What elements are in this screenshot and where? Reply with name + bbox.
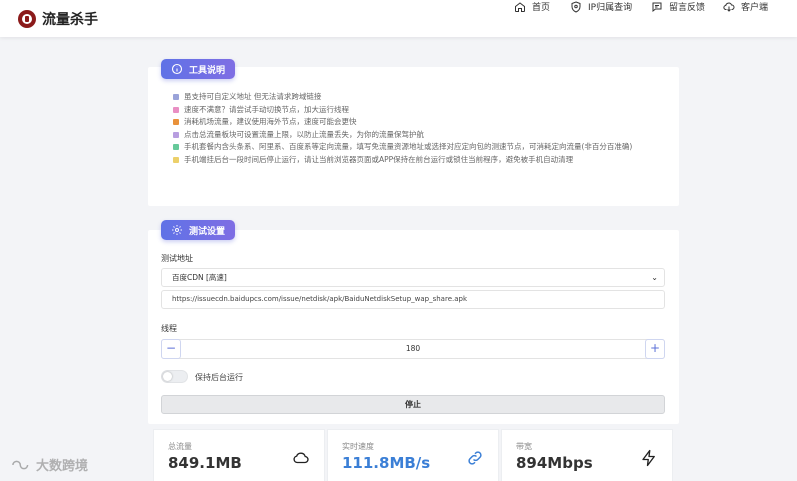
- nav-feedback[interactable]: 留言反馈: [651, 0, 705, 13]
- tip-text: 手机端挂后台一段时间后停止运行，请让当前浏览器页面或APP保持在前台运行或锁住当…: [184, 154, 574, 164]
- tip-text: 速度不满意？请尝试手动切换节点，加大运行线程: [184, 104, 349, 114]
- cloud-icon: [293, 452, 309, 464]
- tip-item: 消耗机场流量，建议使用海外节点，速度可能会更快: [173, 116, 663, 129]
- tip-item: 手机套餐内含头条系、阿里系、百度系等定向流量，填写免流量资源地址或选择对应定向包…: [173, 141, 663, 154]
- stat-bandwidth: 带宽 894Mbps: [501, 429, 673, 481]
- tip-bullet: [173, 94, 179, 100]
- stat-realtime-speed: 实时速度 111.8MB/s: [327, 429, 499, 481]
- logo-icon: [18, 10, 36, 28]
- threads-label: 线程: [161, 324, 177, 333]
- nav-client[interactable]: 客户端: [723, 0, 768, 13]
- stat-value: 849.1MB: [168, 454, 242, 472]
- url-input[interactable]: https://issuecdn.baidupcs.com/issue/netd…: [161, 290, 665, 309]
- url-input-value: https://issuecdn.baidupcs.com/issue/netd…: [172, 295, 468, 303]
- stat-title: 带宽: [516, 442, 532, 451]
- test-settings-header: 测试设置: [161, 220, 236, 240]
- link-icon: [468, 451, 482, 465]
- tip-item: 速度不满意？请尝试手动切换节点，加大运行线程: [173, 104, 663, 117]
- tip-item: 点击总流量板块可设置流量上限，以防止流量丢失，为你的流量保驾护航: [173, 129, 663, 142]
- watermark: 大数跨境: [10, 455, 88, 474]
- info-icon: [171, 63, 183, 75]
- tip-text: 虽支持可自定义地址 但无法请求跨域链接: [184, 92, 322, 101]
- address-select[interactable]: 百度CDN [高速] ⌄: [161, 268, 665, 287]
- nav-home-label: 首页: [532, 3, 551, 13]
- stat-title: 总流量: [168, 442, 192, 451]
- stat-value: 894Mbps: [516, 454, 593, 472]
- stat-total-traffic[interactable]: 总流量 849.1MB: [153, 429, 325, 481]
- app-logo[interactable]: 流量杀手: [18, 9, 98, 29]
- nav-home[interactable]: 首页: [514, 0, 550, 13]
- chat-icon: [652, 2, 662, 12]
- gear-icon: [172, 225, 182, 235]
- tip-bullet: [173, 106, 179, 113]
- tip-text: 点击总流量板块可设置流量上限，以防止流量丢失，为你的流量保驾护航: [184, 129, 424, 139]
- cloud-download-icon: [723, 2, 735, 12]
- test-settings-title: 测试设置: [189, 226, 226, 237]
- shield-icon: [571, 0, 581, 13]
- lightning-icon: [642, 449, 655, 467]
- stop-button[interactable]: 停止: [161, 395, 665, 414]
- chevron-down-icon: ⌄: [651, 273, 658, 282]
- threads-stepper: − 180 +: [161, 339, 665, 359]
- nav-feedback-label: 留言反馈: [669, 3, 706, 13]
- threads-input[interactable]: 180: [182, 340, 644, 358]
- address-select-value: 百度CDN [高速]: [172, 273, 227, 282]
- threads-decrement-button[interactable]: −: [161, 339, 181, 359]
- nav-client-label: 客户端: [741, 3, 769, 13]
- stat-title: 实时速度: [342, 442, 374, 451]
- tip-item: 手机端挂后台一段时间后停止运行，请让当前浏览器页面或APP保持在前台运行或锁住当…: [173, 154, 663, 167]
- top-bar: 流量杀手 首页 IP归属查询 留言反馈 客户端: [0, 0, 797, 37]
- nav-ip-lookup[interactable]: IP归属查询: [570, 0, 632, 13]
- keep-running-toggle[interactable]: [161, 370, 188, 383]
- watermark-text: 大数跨境: [36, 459, 89, 474]
- home-icon: [515, 1, 525, 12]
- address-label: 测试地址: [161, 254, 193, 263]
- tips-list: 虽支持可自定义地址 但无法请求跨域链接 速度不满意？请尝试手动切换节点，加大运行…: [173, 91, 663, 166]
- stat-value: 111.8MB/s: [342, 454, 431, 472]
- tool-info-title: 工具说明: [189, 65, 226, 76]
- threads-increment-button[interactable]: +: [645, 339, 665, 359]
- tip-bullet: [173, 144, 179, 150]
- tip-text: 手机套餐内含头条系、阿里系、百度系等定向流量，填写免流量资源地址或选择对应定向包…: [184, 142, 633, 151]
- tip-item: 虽支持可自定义地址 但无法请求跨域链接: [173, 91, 663, 104]
- watermark-logo-icon: [12, 460, 29, 469]
- nav-ip-lookup-label: IP归属查询: [588, 3, 633, 13]
- tool-info-header: 工具说明: [161, 59, 236, 79]
- tip-bullet: [173, 131, 179, 138]
- app-title: 流量杀手: [42, 12, 98, 28]
- keep-running-label: 保持后台运行: [195, 373, 243, 382]
- tip-bullet: [173, 156, 179, 163]
- tip-bullet: [173, 119, 179, 125]
- tip-text: 消耗机场流量，建议使用海外节点，速度可能会更快: [184, 117, 357, 126]
- toggle-knob: [163, 372, 172, 381]
